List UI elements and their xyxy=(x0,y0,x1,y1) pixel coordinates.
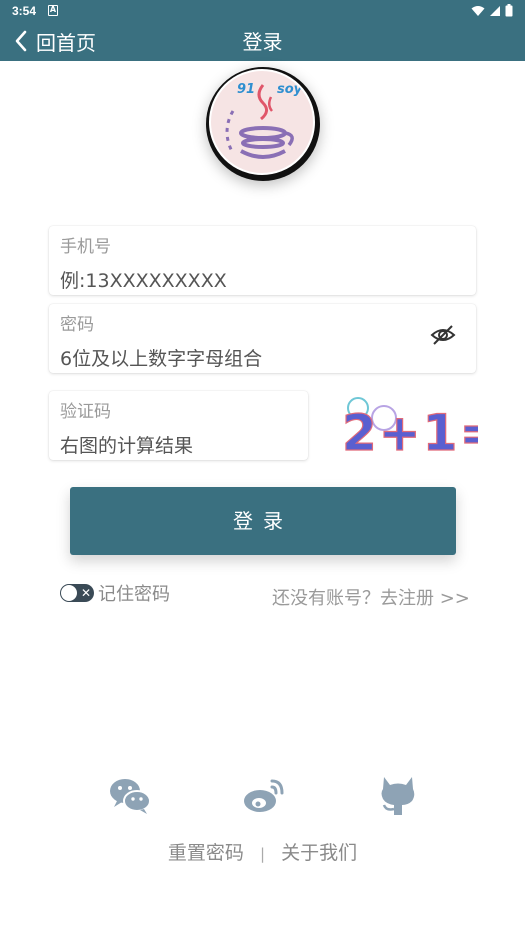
status-icons xyxy=(471,4,513,17)
phone-input[interactable]: 例:13XXXXXXXXX xyxy=(60,266,227,293)
about-us-link[interactable]: 关于我们 xyxy=(281,842,357,864)
toggle-off-icon: ✕ xyxy=(80,586,91,600)
password-input[interactable]: 6位及以上数字字母组合 xyxy=(60,344,262,371)
toggle-knob xyxy=(61,585,77,601)
footer-links: 重置密码 | 关于我们 xyxy=(0,838,525,865)
toggle-switch[interactable]: ✕ xyxy=(60,584,94,602)
back-label: 回首页 xyxy=(36,30,96,55)
nav-row: 回首页 登录 xyxy=(0,22,525,61)
phone-field[interactable]: 手机号 例:13XXXXXXXXX xyxy=(49,226,476,295)
phone-label: 手机号 xyxy=(60,237,111,257)
back-button[interactable]: 回首页 xyxy=(14,26,96,56)
status-bar: 3:54 A xyxy=(0,0,525,22)
captcha-image[interactable]: 2+1=? xyxy=(338,378,525,468)
back-chevron-icon xyxy=(15,30,27,52)
java-cup-icon: 91 soyo xyxy=(225,82,311,159)
eye-off-icon[interactable] xyxy=(430,324,456,346)
logo-badge: 91 soyo xyxy=(209,69,315,175)
github-icon[interactable] xyxy=(376,773,420,817)
logo-number: 91 xyxy=(237,82,255,97)
login-button[interactable]: 登录 xyxy=(70,487,456,555)
status-time: 3:54 xyxy=(12,4,37,18)
signal-icon xyxy=(490,5,500,16)
captcha-input[interactable]: 右图的计算结果 xyxy=(60,431,193,458)
captcha-text: 2+1=? xyxy=(342,404,478,462)
password-field[interactable]: 密码 6位及以上数字字母组合 xyxy=(49,304,476,373)
battery-icon xyxy=(505,4,513,17)
remember-password-toggle[interactable]: ✕ 记住密码 xyxy=(60,580,170,606)
remember-label: 记住密码 xyxy=(98,584,170,605)
reset-password-link[interactable]: 重置密码 xyxy=(168,842,244,864)
notification-icon: A xyxy=(48,5,58,16)
weibo-icon[interactable] xyxy=(242,773,286,817)
footer-separator: | xyxy=(259,845,266,863)
captcha-graphic: 2+1=? xyxy=(341,397,525,463)
wifi-icon xyxy=(471,5,485,16)
register-link[interactable]: 还没有账号？去注册 >> xyxy=(272,584,470,610)
logo-brand: soyo xyxy=(277,82,311,97)
page-title-text: 登录 xyxy=(242,30,283,54)
password-label: 密码 xyxy=(60,315,94,335)
login-screen: 3:54 A 回首页 登录 91 soyo 手机号 例:13XXXXXXXXX … xyxy=(0,0,525,933)
captcha-label: 验证码 xyxy=(60,402,111,422)
app-logo: 91 soyo xyxy=(206,67,320,181)
captcha-field[interactable]: 验证码 右图的计算结果 xyxy=(49,391,308,460)
wechat-icon[interactable] xyxy=(108,773,152,817)
app-bar: 3:54 A 回首页 登录 xyxy=(0,0,525,61)
